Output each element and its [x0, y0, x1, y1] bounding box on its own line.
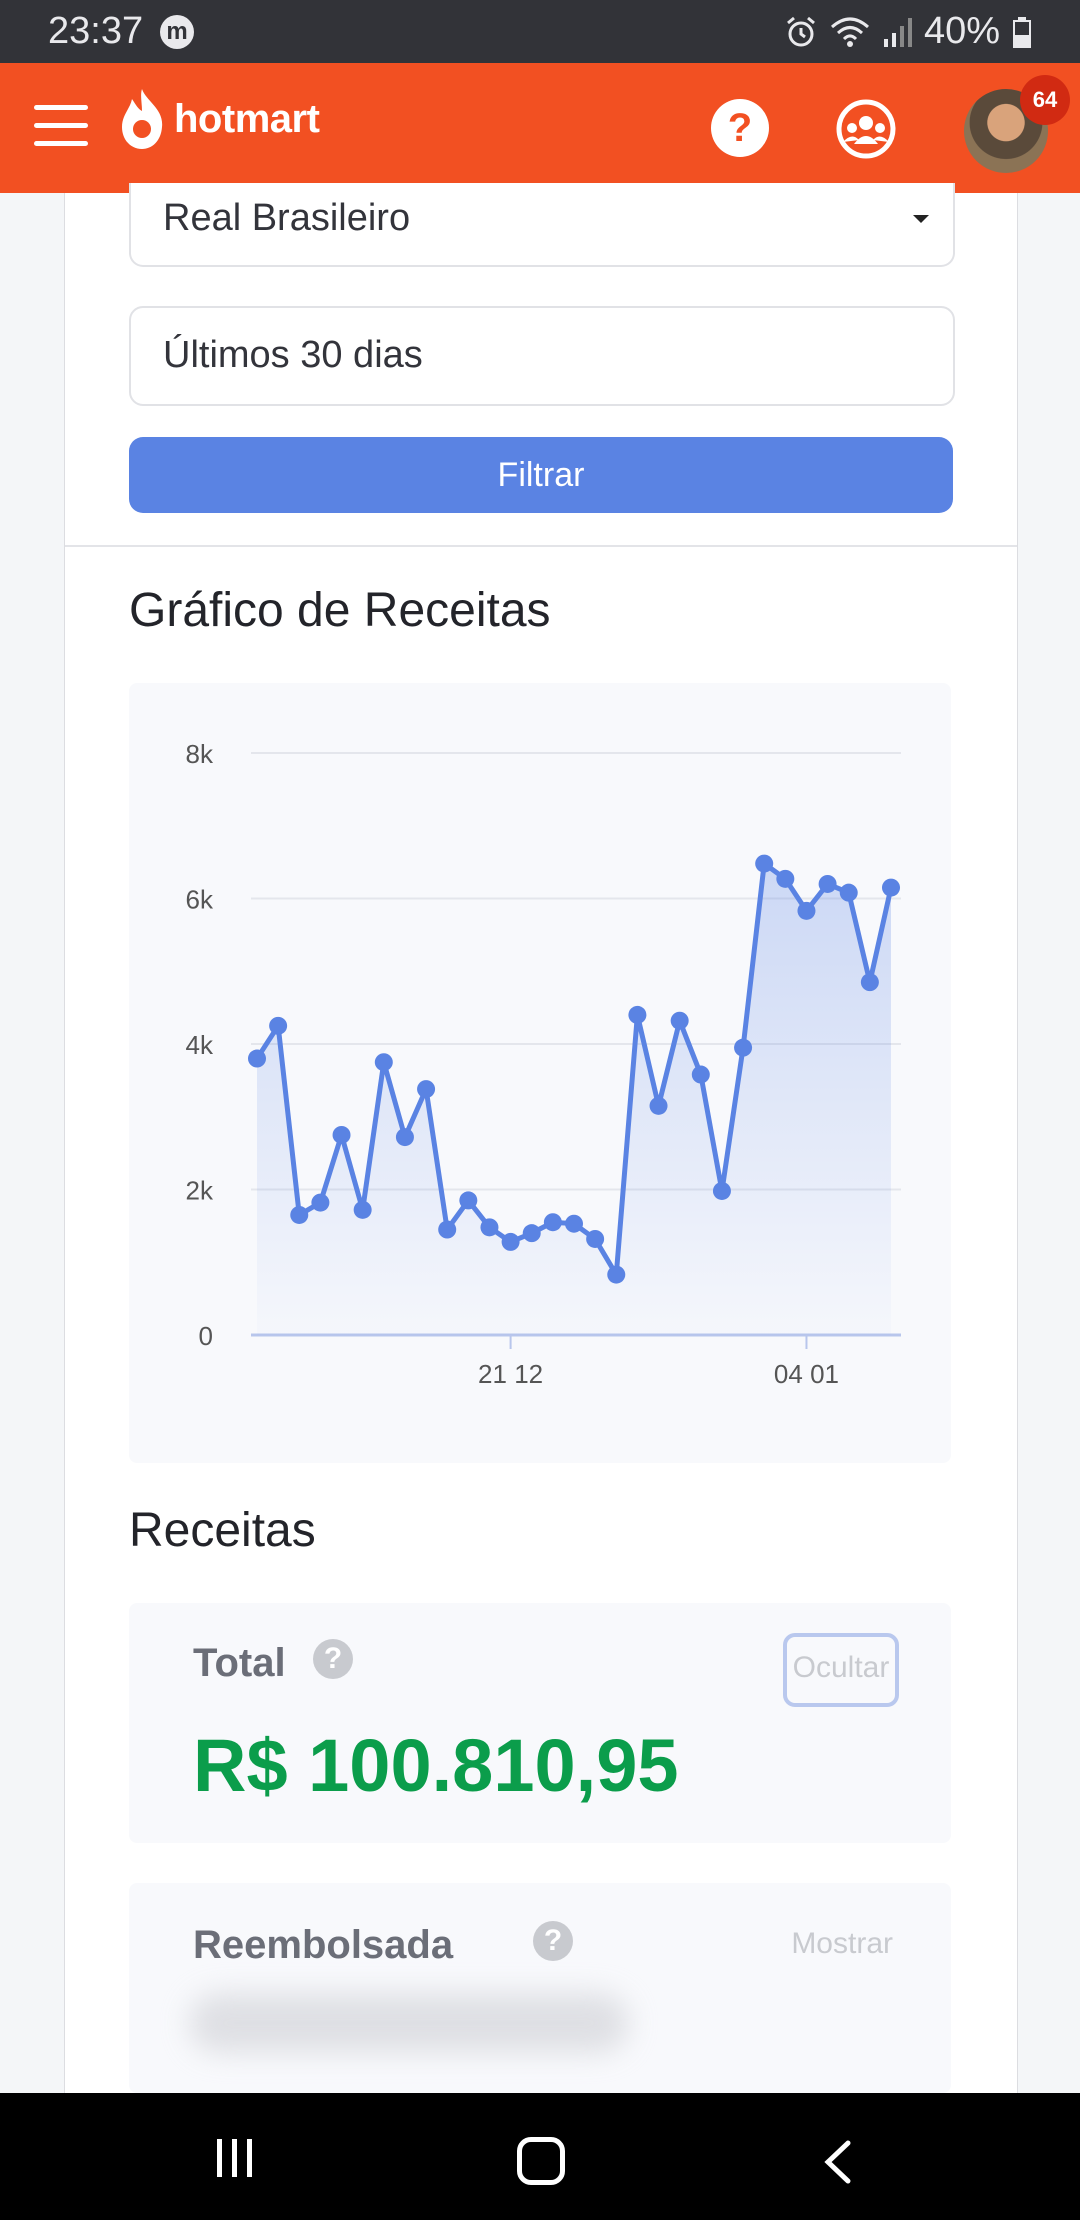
data-point	[649, 1096, 668, 1115]
home-icon[interactable]	[517, 2137, 565, 2185]
app-header: hotmart ? 64	[0, 63, 1080, 193]
y-tick-label: 0	[199, 1321, 213, 1351]
divider	[65, 545, 1017, 547]
data-point	[797, 901, 816, 920]
data-point	[607, 1265, 626, 1284]
data-point	[353, 1200, 372, 1219]
svg-text:?: ?	[728, 106, 752, 150]
data-point	[290, 1205, 309, 1224]
flame-logo-icon	[122, 89, 163, 149]
revenue-title: Receitas	[129, 1504, 316, 1557]
data-point	[417, 1080, 436, 1099]
refunded-revenue-card: Reembolsada ? Mostrar	[129, 1883, 951, 2093]
total-revenue-value: R$ 100.810,95	[193, 1724, 679, 1807]
wifi-icon	[830, 17, 869, 47]
total-revenue-card: Total ? Ocultar R$ 100.810,95	[129, 1603, 951, 1843]
chevron-down-icon	[913, 215, 929, 223]
data-point	[438, 1220, 457, 1239]
notification-badge: 64	[1020, 75, 1070, 125]
refunded-label: Reembolsada	[193, 1923, 454, 1967]
signal-icon	[883, 17, 912, 47]
data-point	[670, 1011, 689, 1030]
filter-button[interactable]: Filtrar	[129, 437, 953, 513]
data-point	[332, 1125, 351, 1144]
status-bar: 23:37 m 40%	[0, 0, 1080, 63]
y-tick-label: 2k	[186, 1176, 214, 1206]
data-point	[543, 1213, 562, 1232]
total-help-icon[interactable]: ?	[313, 1639, 353, 1679]
brand-logo[interactable]: hotmart	[118, 87, 320, 151]
data-point	[311, 1193, 330, 1212]
menu-icon[interactable]	[34, 105, 88, 147]
recent-apps-icon[interactable]	[217, 2139, 262, 2182]
hide-button[interactable]: Ocultar	[783, 1633, 899, 1707]
system-nav-bar	[0, 2093, 1080, 2220]
data-point	[691, 1065, 710, 1084]
status-time: 23:37	[48, 10, 144, 52]
currency-select-value: Real Brasileiro	[163, 197, 411, 239]
data-point	[712, 1181, 731, 1200]
data-point	[565, 1214, 583, 1233]
main-content: Real Brasileiro Últimos 30 dias Filtrar …	[64, 183, 1018, 2093]
refunded-value-hidden	[189, 1993, 629, 2053]
community-icon[interactable]	[835, 98, 897, 160]
help-icon[interactable]: ?	[710, 98, 770, 158]
data-point	[839, 883, 858, 902]
revenue-chart: 0 2k 4k 6k 8k 21 12 04 01	[129, 683, 951, 1463]
battery-icon	[1013, 16, 1031, 48]
data-point	[586, 1229, 605, 1248]
data-point	[818, 874, 837, 893]
battery-percent: 40%	[923, 10, 1000, 52]
data-point	[374, 1053, 393, 1072]
x-tick-label: 21 12	[478, 1359, 543, 1389]
series-area	[257, 863, 891, 1335]
brand-name: hotmart	[174, 96, 320, 141]
chart-title: Gráfico de Receitas	[129, 584, 551, 637]
data-point	[480, 1218, 499, 1237]
back-icon[interactable]	[822, 2139, 852, 2185]
y-tick-label: 6k	[186, 885, 214, 915]
x-tick-label: 04 01	[774, 1359, 839, 1389]
data-point	[269, 1016, 288, 1035]
data-point	[882, 878, 900, 897]
data-point	[248, 1049, 266, 1068]
y-tick-label: 8k	[186, 739, 214, 769]
data-point	[395, 1128, 414, 1147]
period-field-value: Últimos 30 dias	[163, 334, 423, 376]
period-field[interactable]: Últimos 30 dias	[129, 306, 955, 406]
data-point	[734, 1038, 753, 1057]
total-label: Total	[193, 1641, 286, 1685]
data-point	[755, 854, 774, 873]
data-point	[459, 1191, 478, 1210]
data-point	[860, 973, 879, 992]
data-point	[501, 1232, 520, 1251]
revenue-chart-svg: 0 2k 4k 6k 8k 21 12 04 01	[186, 739, 901, 1389]
data-point	[628, 1005, 647, 1024]
refunded-help-icon[interactable]: ?	[533, 1921, 573, 1961]
data-point	[776, 869, 795, 888]
app-notification-icon: m	[160, 15, 194, 49]
y-tick-label: 4k	[186, 1030, 214, 1060]
show-button[interactable]: Mostrar	[791, 1927, 893, 1961]
data-point	[522, 1224, 541, 1243]
currency-select[interactable]: Real Brasileiro	[129, 183, 955, 267]
alarm-icon	[786, 16, 815, 46]
